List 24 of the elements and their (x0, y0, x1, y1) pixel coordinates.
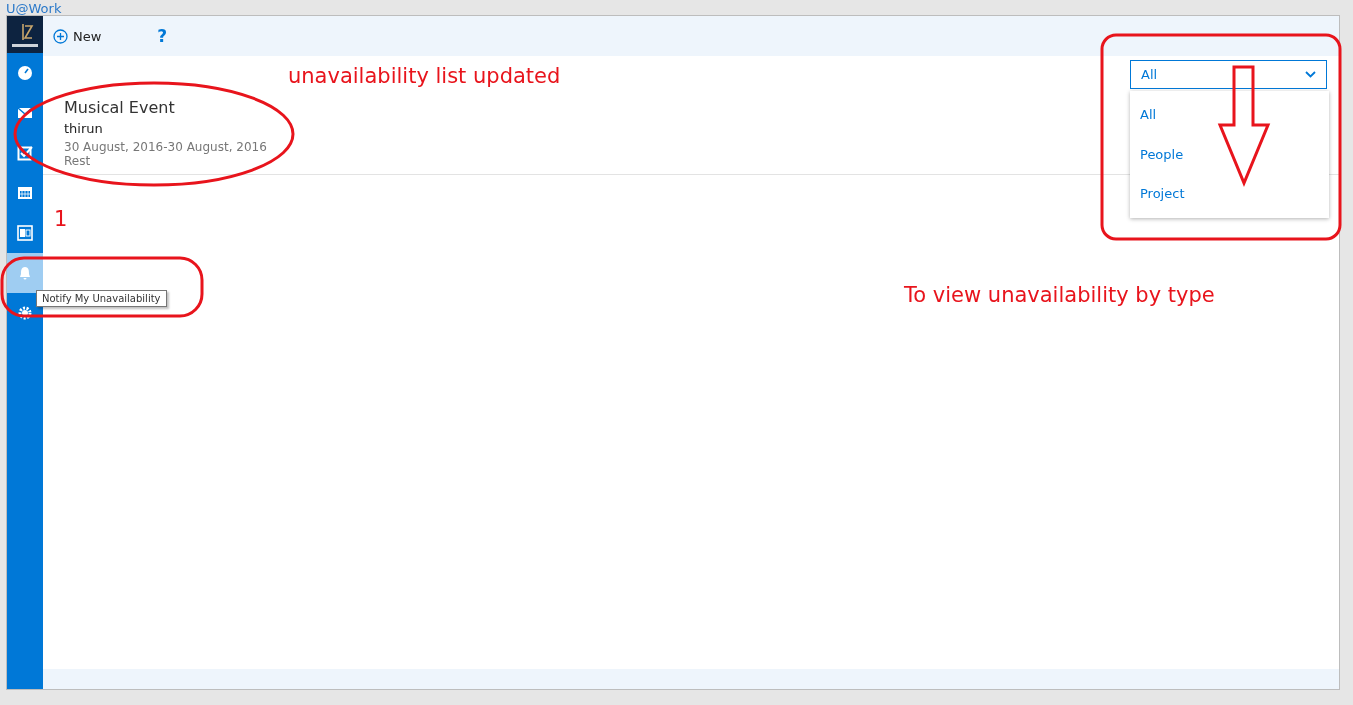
window-title: U@Work (5, 2, 62, 17)
annotation-text: To view unavailability by type (904, 283, 1215, 307)
dropdown-option[interactable]: Project (1130, 174, 1329, 214)
settings-icon (17, 305, 33, 321)
annotation-text: unavailability list updated (288, 64, 561, 88)
chevron-down-icon (1305, 71, 1316, 78)
date-range: 30 August, 2016-30 August, 2016 (64, 140, 267, 154)
project-icon (17, 225, 33, 241)
dropdown-option[interactable]: All (1130, 95, 1329, 135)
tooltip: Notify My Unavailability (36, 290, 167, 307)
event-title: Musical Event (64, 98, 175, 118)
plus-icon (53, 28, 68, 44)
help-button[interactable]: ? (157, 26, 168, 46)
step-number: 1 (54, 207, 68, 231)
mail-icon (17, 105, 33, 121)
dropdown-option[interactable]: People (1130, 134, 1329, 174)
calendar-icon (17, 185, 33, 201)
reason-text: Rest (64, 154, 91, 168)
bell-icon (17, 265, 33, 281)
person-name: thirun (64, 120, 103, 138)
dashboard-icon (17, 65, 33, 81)
checkbox-icon (17, 145, 33, 161)
new-button[interactable]: New (53, 28, 102, 44)
type-dropdown[interactable]: All (1130, 60, 1327, 89)
